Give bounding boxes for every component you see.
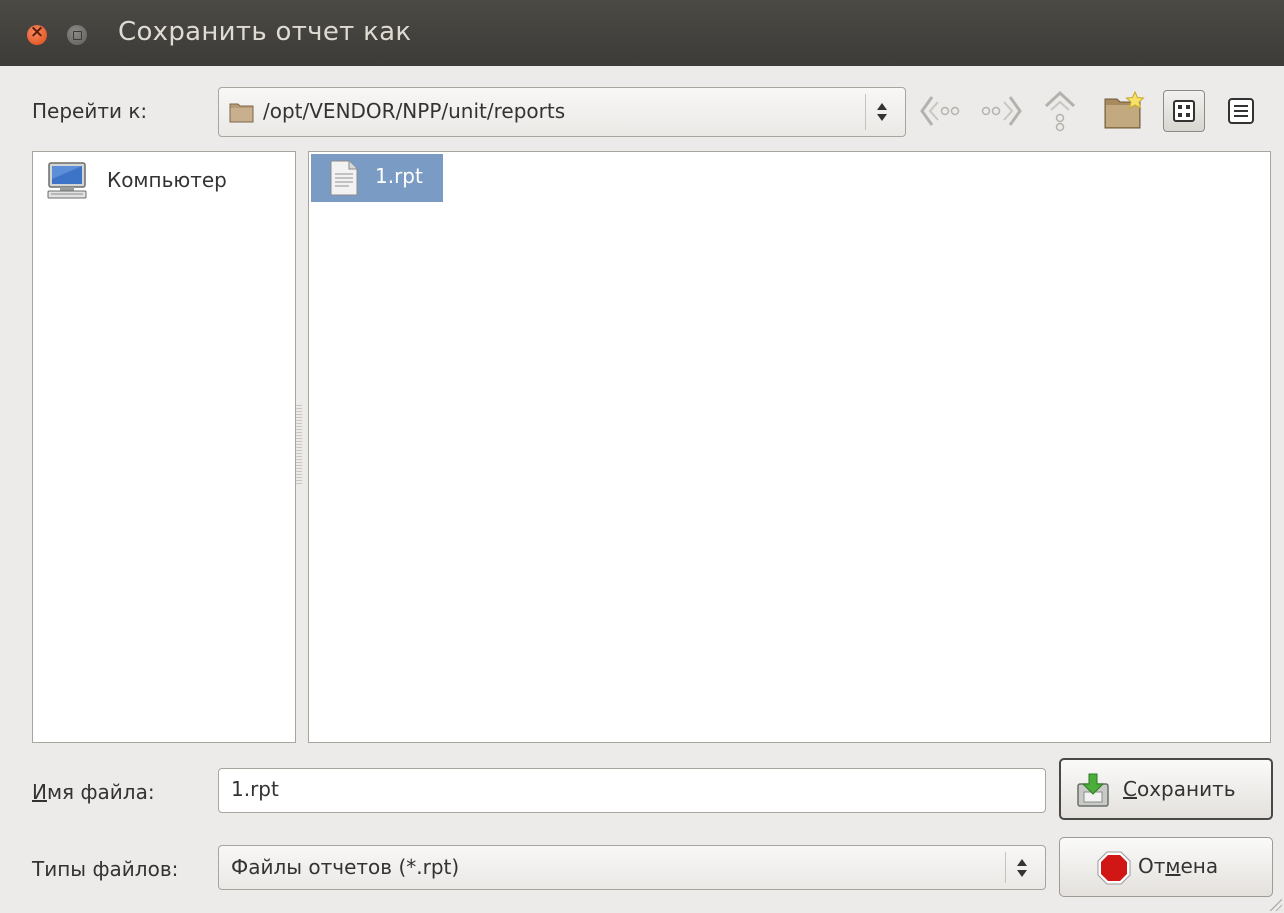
grid-view-icon bbox=[1173, 100, 1195, 122]
location-combo[interactable]: /opt/VENDOR/NPP/unit/reports bbox=[218, 87, 906, 137]
place-item-computer[interactable]: Компьютер bbox=[41, 160, 271, 200]
up-icon[interactable] bbox=[1040, 90, 1080, 132]
location-path: /opt/VENDOR/NPP/unit/reports bbox=[263, 99, 566, 123]
forward-icon[interactable] bbox=[978, 93, 1024, 129]
filename-entry[interactable] bbox=[218, 768, 1046, 813]
pane-resize-handle[interactable] bbox=[296, 405, 302, 485]
window-title: Сохранить отчет как bbox=[118, 17, 412, 47]
places-pane: Компьютер bbox=[32, 151, 296, 743]
close-window-button[interactable] bbox=[27, 22, 47, 45]
filename-input[interactable] bbox=[231, 777, 1021, 801]
save-icon bbox=[1077, 773, 1109, 807]
filetype-combo[interactable]: Файлы отчетов (*.rpt) bbox=[218, 845, 1046, 890]
document-icon bbox=[330, 160, 358, 196]
window-resize-grip[interactable] bbox=[1268, 897, 1282, 911]
save-button-label: Сохранить bbox=[1123, 777, 1236, 801]
updown-arrows-icon bbox=[1016, 857, 1028, 879]
computer-icon bbox=[47, 162, 87, 199]
place-label: Компьютер bbox=[107, 168, 227, 192]
icon-view-button[interactable] bbox=[1163, 90, 1205, 132]
file-item[interactable]: 1.rpt bbox=[311, 154, 443, 202]
filetype-label: Типы файлов: bbox=[32, 857, 179, 881]
folder-icon bbox=[229, 103, 254, 123]
updown-arrows-icon bbox=[876, 101, 888, 123]
list-view-icon[interactable] bbox=[1228, 98, 1254, 124]
location-label: Перейти к: bbox=[32, 99, 148, 123]
stop-icon bbox=[1097, 851, 1131, 885]
cancel-button-label: Отмена bbox=[1138, 854, 1219, 878]
files-pane: 1.rpt bbox=[308, 151, 1271, 743]
filename-label: Имя файла: bbox=[32, 780, 155, 804]
new-folder-icon[interactable] bbox=[1103, 89, 1149, 131]
back-icon[interactable] bbox=[918, 93, 964, 129]
file-name: 1.rpt bbox=[375, 164, 423, 188]
title-bar: Сохранить отчет как bbox=[0, 0, 1284, 66]
filetype-value: Файлы отчетов (*.rpt) bbox=[231, 855, 460, 879]
maximize-window-button[interactable] bbox=[67, 25, 87, 45]
save-button[interactable]: Сохранить bbox=[1059, 758, 1273, 820]
cancel-button[interactable]: Отмена bbox=[1059, 837, 1273, 897]
